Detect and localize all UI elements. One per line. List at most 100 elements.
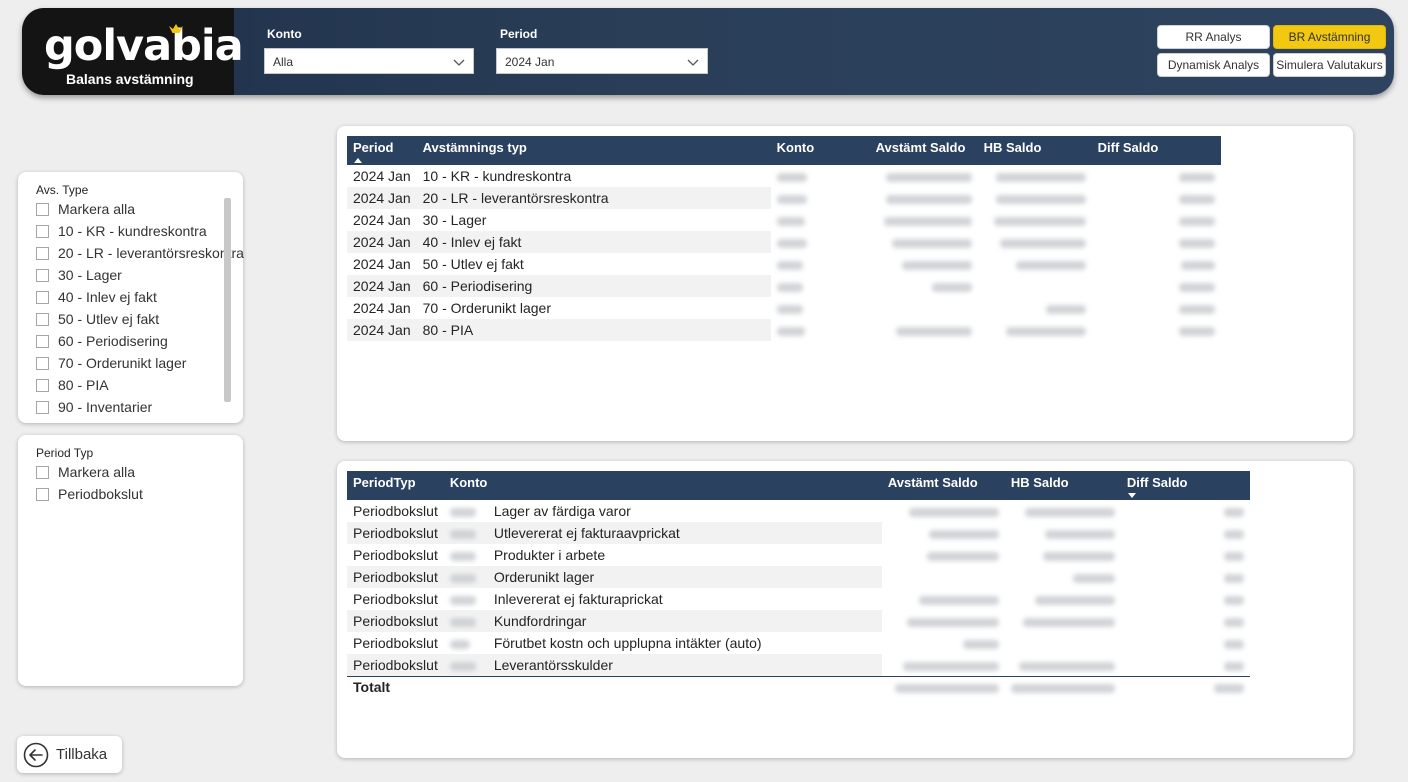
cell-konto: Kundfordringar (487, 610, 882, 632)
table-row[interactable]: Periodbokslut Orderunikt lager (347, 566, 1250, 588)
table-row[interactable]: 2024 Jan 70 - Orderunikt lager (347, 297, 1221, 319)
table-row[interactable]: 2024 Jan 10 - KR - kundreskontra (347, 165, 1221, 187)
avs-item-50[interactable]: 50 - Utlev ej fakt (36, 308, 159, 330)
cell-konto-redacted (770, 187, 870, 209)
table-row[interactable]: 2024 Jan 50 - Utlev ej fakt (347, 253, 1221, 275)
table-row[interactable]: Periodbokslut Inlevererat ej fakturapric… (347, 588, 1250, 610)
item-label: 20 - LR - leverantörsreskontra (58, 245, 244, 261)
checkbox[interactable] (36, 356, 49, 370)
logo: golvabia Balans avstämning (22, 8, 244, 95)
col-header-avstamt-saldo[interactable]: Avstämt Saldo (869, 136, 978, 165)
cell-konto: Leverantörsskulder (487, 654, 882, 676)
avs-item-60[interactable]: 60 - Periodisering (36, 330, 168, 352)
period-typ-slicer: Period Typ Markera alla Periodbokslut (18, 435, 243, 686)
cell-avstamt-redacted (881, 654, 1005, 676)
avs-item-30[interactable]: 30 - Lager (36, 264, 122, 286)
cell-konto: Orderunikt lager (487, 566, 882, 588)
cell-period: 2024 Jan (347, 231, 417, 253)
table-row[interactable]: 2024 Jan 40 - Inlev ej fakt (347, 231, 1221, 253)
cell-diff-redacted (1091, 319, 1221, 341)
checkbox[interactable] (36, 268, 49, 282)
avs-item-20[interactable]: 20 - LR - leverantörsreskontra (36, 242, 244, 264)
avs-item-90[interactable]: 90 - Inventarier (36, 396, 152, 418)
col-header-avstamnings-typ[interactable]: Avstämnings typ (416, 136, 771, 165)
cell-diff-redacted (1120, 632, 1250, 654)
checkbox[interactable] (36, 290, 49, 304)
avs-item-10[interactable]: 10 - KR - kundreskontra (36, 220, 207, 242)
cell-hb-redacted (1004, 632, 1121, 654)
avs-item-70[interactable]: 70 - Orderunikt lager (36, 352, 186, 374)
table-row[interactable]: Periodbokslut Kundfordringar (347, 610, 1250, 632)
checkbox[interactable] (36, 465, 49, 479)
cell-typ: 70 - Orderunikt lager (416, 297, 771, 319)
dynamisk-analys-button[interactable]: Dynamisk Analys (1157, 53, 1270, 77)
checkbox[interactable] (36, 334, 49, 348)
konto-dropdown[interactable]: Alla (264, 48, 474, 74)
table-row[interactable]: 2024 Jan 30 - Lager (347, 209, 1221, 231)
checkbox[interactable] (36, 378, 49, 392)
checkbox[interactable] (36, 487, 49, 501)
slicer-scrollbar[interactable] (224, 198, 231, 402)
cell-typ: 50 - Utlev ej fakt (416, 253, 771, 275)
period-item-periodbokslut[interactable]: Periodbokslut (36, 483, 143, 505)
report-header: golvabia Balans avstämning Konto Alla Pe… (22, 8, 1394, 95)
table-row[interactable]: 2024 Jan 20 - LR - leverantörsreskontra (347, 187, 1221, 209)
table-row[interactable]: Periodbokslut Förutbet kostn och upplupn… (347, 632, 1250, 654)
cell-konto-redacted (770, 253, 870, 275)
cell-konto: Lager av färdiga varor (487, 500, 882, 522)
br-avstamning-button[interactable]: BR Avstämning (1273, 25, 1386, 49)
cell-diff-redacted (1120, 588, 1250, 610)
checkbox[interactable] (36, 202, 49, 216)
col-header-konto[interactable]: Konto (443, 471, 882, 500)
cell-konto-redacted (770, 275, 870, 297)
checkbox[interactable] (36, 400, 49, 414)
col-header-konto[interactable]: Konto (770, 136, 870, 165)
item-label: 70 - Orderunikt lager (58, 355, 187, 371)
cell-konto-redacted (770, 297, 870, 319)
item-label: 50 - Utlev ej fakt (58, 311, 160, 327)
cell-diff-redacted (1120, 500, 1250, 522)
avstamning-table: Period Avstämnings typ Konto Avstämt Sal… (347, 136, 1221, 341)
item-label: 30 - Lager (58, 267, 122, 283)
checkbox[interactable] (36, 224, 49, 238)
period-item-markera-alla[interactable]: Markera alla (36, 461, 135, 483)
back-button[interactable]: Tillbaka (17, 736, 122, 773)
table-row[interactable]: 2024 Jan 60 - Periodisering (347, 275, 1221, 297)
table-row[interactable]: Periodbokslut Produkter i arbete (347, 544, 1250, 566)
period-dropdown[interactable]: 2024 Jan (496, 48, 708, 74)
cell-hb-redacted (977, 253, 1092, 275)
cell-hb-redacted (1004, 544, 1121, 566)
cell-periodtyp: Periodbokslut (347, 566, 444, 588)
period-dropdown-value: 2024 Jan (505, 55, 555, 69)
table-row[interactable]: 2024 Jan 80 - PIA (347, 319, 1221, 341)
avs-item-80[interactable]: 80 - PIA (36, 374, 109, 396)
table-row[interactable]: Periodbokslut Utlevererat ej fakturaavpr… (347, 522, 1250, 544)
rr-analys-button[interactable]: RR Analys (1157, 25, 1270, 49)
chevron-down-icon (687, 59, 699, 66)
cell-typ: 20 - LR - leverantörsreskontra (416, 187, 771, 209)
total-row: Totalt (347, 675, 1250, 698)
cell-diff-redacted (1091, 275, 1221, 297)
simulera-valutakurs-button[interactable]: Simulera Valutakurs (1273, 53, 1386, 77)
col-header-avstamt-saldo[interactable]: Avstämt Saldo (881, 471, 1005, 500)
checkbox[interactable] (36, 246, 49, 260)
table-row[interactable]: Periodbokslut Leverantörsskulder (347, 654, 1250, 676)
col-header-period[interactable]: Period (347, 136, 417, 165)
col-header-periodtyp[interactable]: PeriodTyp (347, 471, 444, 500)
col-header-diff-saldo[interactable]: Diff Saldo (1091, 136, 1221, 165)
cell-hb-redacted (1004, 566, 1121, 588)
total-kontonr (443, 675, 488, 698)
col-header-hb-saldo[interactable]: HB Saldo (1004, 471, 1121, 500)
item-label: Periodbokslut (58, 486, 143, 502)
avs-item-40[interactable]: 40 - Inlev ej fakt (36, 286, 157, 308)
cell-diff-redacted (1091, 253, 1221, 275)
cell-typ: 10 - KR - kundreskontra (416, 165, 771, 187)
cell-diff-redacted (1120, 654, 1250, 676)
table-row[interactable]: Periodbokslut Lager av färdiga varor (347, 500, 1250, 522)
checkbox[interactable] (36, 312, 49, 326)
col-header-hb-saldo[interactable]: HB Saldo (977, 136, 1092, 165)
cell-periodtyp: Periodbokslut (347, 522, 444, 544)
avs-item-markera-alla[interactable]: Markera alla (36, 198, 135, 220)
cell-period: 2024 Jan (347, 165, 417, 187)
col-header-diff-saldo[interactable]: Diff Saldo (1120, 471, 1250, 500)
